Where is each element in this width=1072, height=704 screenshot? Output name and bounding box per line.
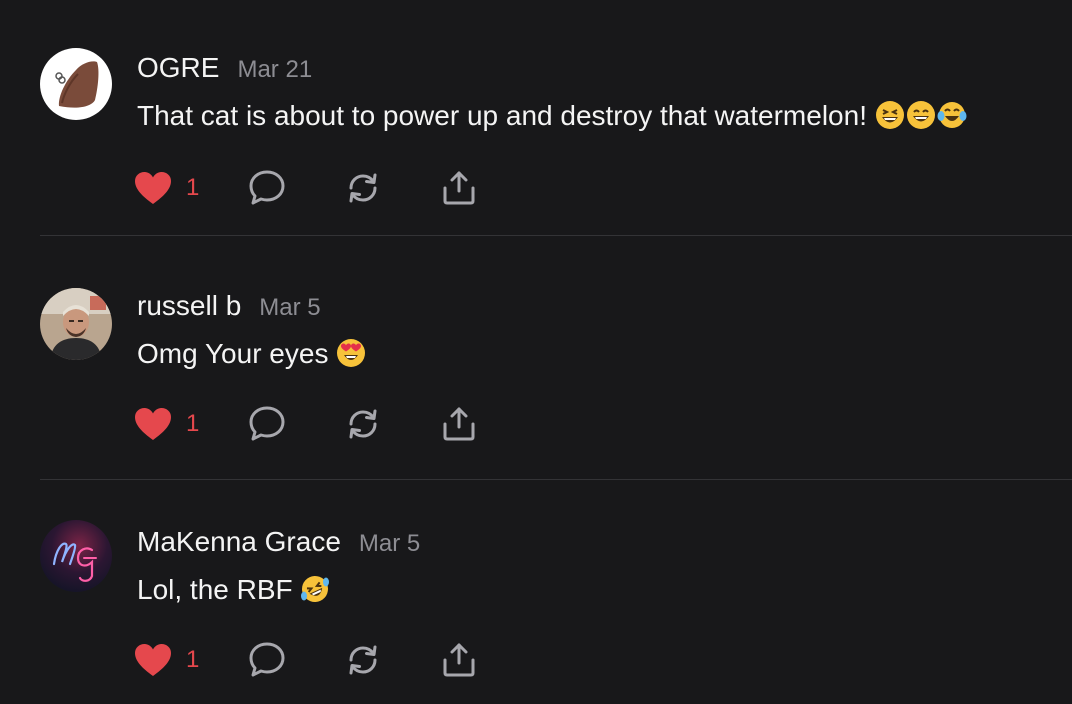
rolling-on-floor-laughing-face-emoji xyxy=(300,574,330,604)
comment-text: That cat is about to power up and destro… xyxy=(137,100,967,132)
reply-button[interactable] xyxy=(248,402,286,446)
comment-item: OGRE Mar 21 That cat is about to power up… xyxy=(0,0,1072,236)
face-tears-of-joy-emoji xyxy=(937,100,967,130)
comment-body: Lol, the RBF xyxy=(137,574,293,605)
repost-button[interactable] xyxy=(344,638,382,682)
heart-eyes-face-emoji xyxy=(336,338,366,368)
like-count: 1 xyxy=(186,646,200,673)
author-name[interactable]: OGRE xyxy=(137,52,219,83)
grinning-face-smiling-eyes-emoji xyxy=(906,100,936,130)
comment-text: Lol, the RBF xyxy=(137,574,330,606)
heart-icon xyxy=(135,408,171,440)
divider xyxy=(40,235,1072,236)
speech-bubble-icon xyxy=(249,406,285,441)
like-button[interactable]: 1 xyxy=(134,166,199,210)
comment-body: Omg Your eyes xyxy=(137,338,329,369)
russell-avatar-image xyxy=(40,288,112,360)
share-icon xyxy=(443,643,475,677)
repost-button[interactable] xyxy=(344,402,382,446)
like-count: 1 xyxy=(186,410,200,437)
repost-icon xyxy=(349,409,377,439)
comment-text: Omg Your eyes xyxy=(137,338,366,370)
repost-icon xyxy=(349,173,377,203)
author-name[interactable]: MaKenna Grace xyxy=(137,526,341,557)
grinning-squinting-face-emoji xyxy=(875,100,905,130)
comment-actions: 1 xyxy=(134,402,494,446)
comment-date: Mar 5 xyxy=(358,530,421,557)
comment-actions: 1 xyxy=(134,166,494,210)
share-icon xyxy=(443,171,475,205)
share-button[interactable] xyxy=(440,166,478,210)
comment-date: Mar 5 xyxy=(259,294,321,321)
comment-header: OGRE Mar 21 xyxy=(137,52,312,84)
like-count: 1 xyxy=(186,174,200,201)
avatar[interactable] xyxy=(40,520,112,592)
comment-date: Mar 21 xyxy=(237,56,313,83)
speech-bubble-icon xyxy=(249,642,285,677)
author-name[interactable]: russell b xyxy=(137,290,241,321)
share-button[interactable] xyxy=(440,638,478,682)
heart-icon xyxy=(135,172,171,204)
like-button[interactable]: 1 xyxy=(134,402,199,446)
heart-icon xyxy=(135,644,171,676)
comment-header: MaKenna Grace Mar 5 xyxy=(137,526,420,558)
comment-item: MaKenna Grace Mar 5 Lol, the RBF 1 xyxy=(0,480,1072,704)
ogre-avatar-image xyxy=(40,48,112,120)
avatar[interactable] xyxy=(40,288,112,360)
speech-bubble-icon xyxy=(249,170,285,205)
comment-item: russell b Mar 5 Omg Your eyes 1 xyxy=(0,244,1072,480)
comment-actions: 1 xyxy=(134,638,494,682)
repost-button[interactable] xyxy=(344,166,382,210)
share-icon xyxy=(443,407,475,441)
share-button[interactable] xyxy=(440,402,478,446)
comment-body: That cat is about to power up and destro… xyxy=(137,100,867,131)
reply-button[interactable] xyxy=(248,166,286,210)
makenna-avatar-image xyxy=(40,520,112,592)
like-button[interactable]: 1 xyxy=(134,638,199,682)
reply-button[interactable] xyxy=(248,638,286,682)
comment-header: russell b Mar 5 xyxy=(137,290,321,322)
avatar[interactable] xyxy=(40,48,112,120)
repost-icon xyxy=(349,645,377,675)
